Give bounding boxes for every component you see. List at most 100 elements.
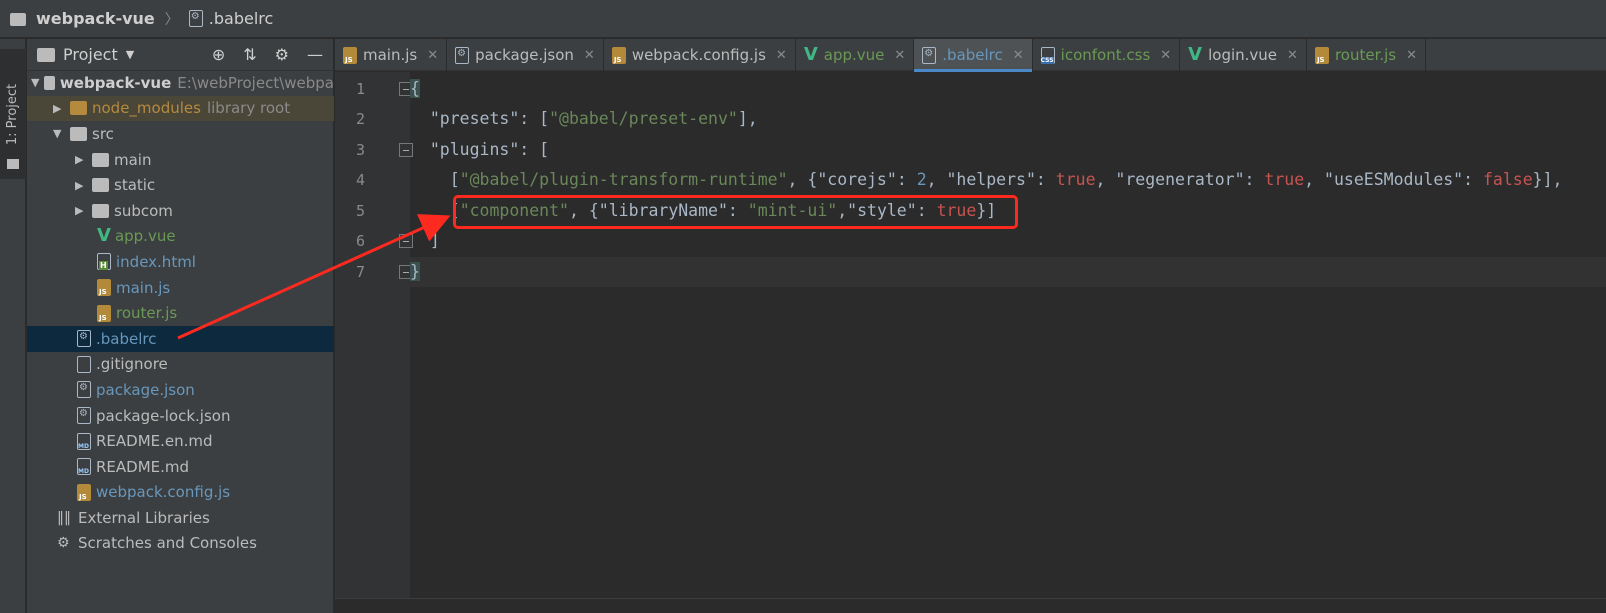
line-number: 3 — [355, 141, 365, 159]
project-panel: Project ▼ ⊕ ⇅ ⚙ — ▼ webpack-vue E:\webPr… — [27, 39, 334, 613]
folder-icon — [92, 178, 109, 193]
tab-label: login.vue — [1208, 46, 1278, 64]
json-file-icon — [455, 46, 470, 64]
tab-app-vue[interactable]: V app.vue ✕ — [796, 39, 915, 71]
expanded-arrow-icon[interactable]: ▼ — [53, 127, 65, 140]
close-icon[interactable]: ✕ — [427, 48, 438, 63]
hide-icon[interactable]: — — [307, 45, 323, 64]
tree-item-babelrc[interactable]: .babelrc — [27, 325, 334, 352]
tree-item-package-lock-json[interactable]: package-lock.json — [27, 403, 334, 429]
tree-item-webpack-config-js[interactable]: webpack.config.js — [27, 480, 334, 506]
tree-item-label: package-lock.json — [96, 406, 231, 425]
close-icon[interactable]: ✕ — [1287, 48, 1298, 63]
navigation-breadcrumb: webpack-vue 〉 .babelrc — [0, 0, 1606, 38]
project-panel-title[interactable]: Project — [63, 45, 118, 64]
tree-item-label: router.js — [116, 304, 178, 323]
close-icon[interactable]: ✕ — [776, 48, 787, 63]
code-line[interactable]: { — [410, 74, 1606, 104]
editor-bottom-edge — [335, 598, 1606, 613]
markdown-file-icon — [77, 458, 91, 476]
tree-item-label: README.md — [96, 457, 190, 476]
tree-item-router-js[interactable]: router.js — [27, 300, 334, 326]
breadcrumb-project[interactable]: webpack-vue — [36, 9, 155, 28]
tree-item-readme-md[interactable]: README.md — [27, 454, 334, 480]
tree-item-webpack-vue[interactable]: ▼ webpack-vue E:\webProject\webpa — [27, 70, 334, 96]
folder-icon — [37, 47, 55, 62]
tab-package-json[interactable]: package.json ✕ — [447, 39, 604, 71]
tree-item-gitignore[interactable]: .gitignore — [27, 352, 334, 378]
tree-item-main-js[interactable]: main.js — [27, 275, 334, 301]
code-line[interactable]: } — [410, 257, 1606, 287]
js-file-icon — [97, 279, 111, 297]
tree-item-static[interactable]: ▶ static — [27, 172, 334, 198]
tree-item-label: static — [114, 176, 156, 195]
close-icon[interactable]: ✕ — [584, 48, 595, 63]
tree-item-node-modules[interactable]: ▶ node_modules library root — [27, 95, 334, 122]
expanded-arrow-icon[interactable]: ▼ — [31, 76, 39, 89]
tree-item-readme-en-md[interactable]: README.en.md — [27, 428, 334, 454]
code-line[interactable]: "plugins": [ — [410, 135, 1606, 165]
highlight-box — [453, 195, 1018, 229]
close-icon[interactable]: ✕ — [1013, 48, 1024, 63]
close-icon[interactable]: ✕ — [1406, 48, 1417, 63]
babelrc-file-icon — [188, 10, 203, 27]
line-number: 6 — [355, 232, 365, 250]
folder-icon — [44, 75, 55, 90]
tab-login-vue[interactable]: V login.vue ✕ — [1180, 39, 1307, 71]
close-icon[interactable]: ✕ — [894, 48, 905, 63]
tree-item-label: webpack-vue — [59, 73, 172, 92]
collapse-all-icon[interactable]: ⇅ — [243, 45, 256, 64]
tab-label: webpack.config.js — [631, 46, 766, 64]
tree-item-label: .gitignore — [96, 355, 168, 374]
code-line[interactable]: ] — [410, 226, 1606, 256]
tree-item-label: webpack.config.js — [96, 483, 231, 502]
gear-icon[interactable]: ⚙ — [275, 45, 289, 64]
tab-babelrc[interactable]: .babelrc ✕ — [914, 39, 1033, 72]
code-line[interactable]: ["@babel/plugin-transform-runtime", {"co… — [410, 165, 1606, 195]
tab-router-js[interactable]: router.js ✕ — [1307, 39, 1427, 71]
css-file-icon — [1040, 46, 1055, 64]
dropdown-caret-icon[interactable]: ▼ — [126, 48, 134, 61]
tab-webpack-config-js[interactable]: webpack.config.js ✕ — [604, 39, 796, 71]
tree-item-label: app.vue — [114, 227, 176, 246]
editor-tab-bar: main.js ✕ package.json ✕ webpack.config.… — [335, 39, 1606, 72]
js-file-icon — [343, 46, 357, 64]
project-tree: ▼ webpack-vue E:\webProject\webpa ▶ node… — [27, 70, 334, 556]
tree-item-label: main.js — [116, 278, 171, 297]
collapsed-arrow-icon[interactable]: ▶ — [53, 102, 65, 115]
tree-item-label: main — [114, 150, 152, 169]
tree-item-label: .babelrc — [96, 329, 157, 348]
locate-icon[interactable]: ⊕ — [212, 45, 225, 64]
tab-iconfont-css[interactable]: iconfont.css ✕ — [1033, 39, 1181, 71]
collapsed-arrow-icon[interactable]: ▶ — [75, 204, 87, 217]
breadcrumb-file[interactable]: .babelrc — [209, 9, 274, 28]
collapsed-arrow-icon[interactable]: ▶ — [75, 153, 87, 166]
html-file-icon — [97, 253, 111, 271]
library-icon: ‖‖ — [57, 509, 71, 526]
tree-item-index-html[interactable]: index.html — [27, 249, 334, 275]
code-area[interactable]: { "presets": ["@babel/preset-env"], "plu… — [410, 72, 1606, 613]
folder-icon — [10, 13, 26, 26]
tree-item-subcom[interactable]: ▶ subcom — [27, 198, 334, 224]
js-file-icon — [77, 483, 91, 501]
project-tool-tab[interactable]: 1: Project — [0, 49, 26, 179]
tree-item-label: package.json — [96, 380, 195, 399]
line-number-gutter: 1 2 3 4 5 6 7 — [335, 72, 413, 613]
tree-item-scratches[interactable]: ⚙ Scratches and Consoles — [27, 531, 334, 557]
tree-item-package-json[interactable]: package.json — [27, 377, 334, 403]
library-root-label: library root — [206, 99, 291, 118]
collapsed-arrow-icon[interactable]: ▶ — [75, 179, 87, 192]
tree-item-main[interactable]: ▶ main — [27, 147, 334, 173]
code-editor[interactable]: 1 2 3 4 5 6 7 { "presets": ["@babel/pres… — [335, 72, 1606, 613]
chevron-right-icon: 〉 — [164, 11, 179, 28]
tree-item-label: src — [92, 124, 114, 143]
tree-item-app-vue[interactable]: V app.vue — [27, 224, 334, 250]
js-file-icon — [611, 46, 626, 64]
close-icon[interactable]: ✕ — [1160, 48, 1171, 63]
tree-item-src[interactable]: ▼ src — [27, 121, 334, 147]
tab-main-js[interactable]: main.js ✕ — [335, 39, 448, 71]
vue-file-icon: V — [1188, 44, 1203, 65]
tab-label: .babelrc — [942, 46, 1003, 64]
tree-item-external-libraries[interactable]: ‖‖ External Libraries — [27, 505, 334, 531]
code-line[interactable]: "presets": ["@babel/preset-env"], — [410, 104, 1606, 134]
